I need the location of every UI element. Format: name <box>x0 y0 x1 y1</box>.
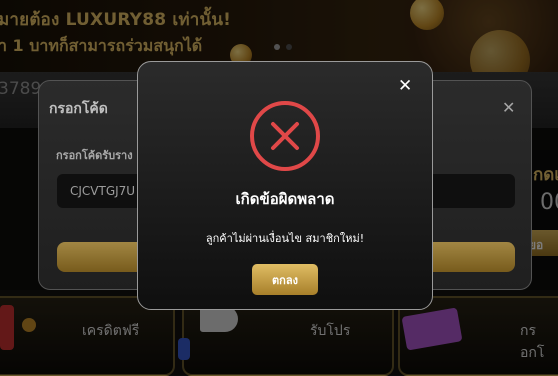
error-title: เกิดข้อผิดพลาด <box>235 190 335 208</box>
error-message: ลูกค้าไม่ผ่านเงื่อนไข สมาชิกใหม่! <box>205 232 365 245</box>
close-icon[interactable]: ✕ <box>398 76 412 96</box>
error-x-circle-icon <box>250 101 320 171</box>
ok-button[interactable]: ตกลง <box>252 264 318 295</box>
